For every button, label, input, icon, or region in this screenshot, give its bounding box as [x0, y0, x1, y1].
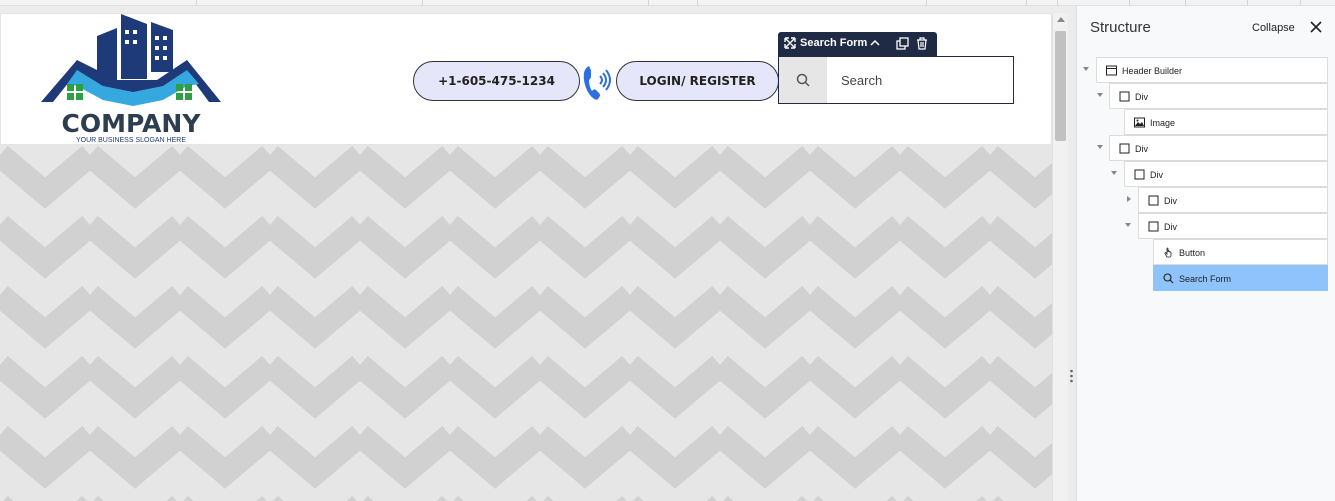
- tree-item-header-builder[interactable]: Header Builder: [1096, 57, 1328, 83]
- box-icon: [1148, 195, 1159, 206]
- tree-item-label: Div: [1164, 222, 1177, 232]
- chevron-up-icon[interactable]: [870, 38, 880, 48]
- toolbar-label: Search Form: [800, 37, 868, 49]
- structure-panel: Structure Collapse Header Builder Div Im…: [1076, 6, 1335, 501]
- tree-item-label: Div: [1150, 170, 1163, 180]
- tree-item-div[interactable]: Div: [1138, 187, 1328, 213]
- close-icon[interactable]: [1309, 20, 1323, 34]
- editor-canvas[interactable]: COMPANY YOUR BUSINESS SLOGAN HERE +1-605…: [0, 13, 1052, 501]
- phone-button[interactable]: +1-605-475-1234: [413, 61, 580, 101]
- search-form-toolbar[interactable]: Search Form: [778, 32, 937, 56]
- tree-item-div[interactable]: Div: [1109, 83, 1328, 109]
- tree-item-div[interactable]: Div: [1124, 161, 1328, 187]
- tree-item-label: Div: [1164, 196, 1177, 206]
- tree-item-div[interactable]: Div: [1138, 213, 1328, 239]
- box-icon: [1148, 221, 1159, 232]
- box-icon: [1134, 169, 1145, 180]
- zigzag-background: [0, 145, 1052, 501]
- tree-item-image[interactable]: Image: [1124, 109, 1328, 135]
- move-icon[interactable]: [784, 37, 796, 49]
- tree-item-label: Header Builder: [1122, 66, 1183, 76]
- login-register-button[interactable]: LOGIN/ REGISTER: [616, 61, 779, 101]
- panel-title: Structure: [1090, 19, 1151, 36]
- trash-icon[interactable]: [916, 37, 928, 50]
- logo-slogan: YOUR BUSINESS SLOGAN HERE: [76, 137, 186, 144]
- tree-caret-icon[interactable]: [1097, 145, 1103, 149]
- tree-caret-icon[interactable]: [1111, 171, 1117, 175]
- search-icon: [1163, 273, 1174, 284]
- company-logo[interactable]: COMPANY YOUR BUSINESS SLOGAN HERE: [37, 14, 227, 146]
- box-icon: [1119, 91, 1130, 102]
- search-icon: [796, 73, 810, 87]
- header-builder[interactable]: COMPANY YOUR BUSINESS SLOGAN HERE +1-605…: [0, 13, 1052, 145]
- search-submit-button[interactable]: [779, 57, 827, 103]
- image-icon: [1134, 117, 1145, 128]
- tree-item-label: Search Form: [1179, 274, 1232, 284]
- hand-pointer-icon: [1164, 247, 1172, 258]
- collapse-button[interactable]: Collapse: [1252, 22, 1295, 34]
- box-icon: [1119, 143, 1130, 154]
- tree-caret-icon[interactable]: [1097, 93, 1103, 97]
- tree-item-search-form[interactable]: Search Form: [1153, 265, 1328, 291]
- panel-resize-handle-icon[interactable]: [1069, 368, 1074, 384]
- scroll-up-arrow-icon[interactable]: [1057, 17, 1065, 22]
- phone-ringing-icon[interactable]: [581, 62, 615, 102]
- tree-item-label: Div: [1135, 144, 1148, 154]
- layout-icon: [1106, 65, 1117, 76]
- canvas-scrollbar[interactable]: [1052, 13, 1068, 501]
- tree-caret-icon[interactable]: [1127, 196, 1131, 202]
- search-input[interactable]: [827, 57, 1013, 103]
- tree-item-label: Button: [1179, 248, 1206, 258]
- tree-item-div[interactable]: Div: [1109, 135, 1328, 161]
- tree-caret-icon[interactable]: [1125, 223, 1131, 227]
- duplicate-icon[interactable]: [896, 37, 909, 50]
- tree-caret-icon[interactable]: [1083, 67, 1089, 71]
- tree-item-button[interactable]: Button: [1153, 239, 1328, 265]
- tree-item-label: Image: [1150, 118, 1176, 128]
- search-form[interactable]: [778, 56, 1014, 104]
- scroll-thumb[interactable]: [1055, 31, 1066, 141]
- logo-company-name: COMPANY: [62, 109, 202, 138]
- house-logo-icon: COMPANY YOUR BUSINESS SLOGAN HERE: [41, 14, 221, 144]
- tree-item-label: Div: [1135, 92, 1148, 102]
